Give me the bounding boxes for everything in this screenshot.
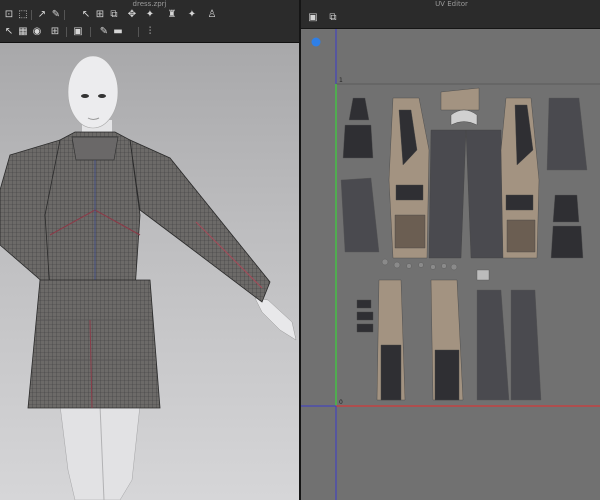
brush-icon[interactable]: ▬ xyxy=(112,26,124,38)
pin-icon[interactable]: ✥ xyxy=(126,9,138,21)
uv-label-one: 1 xyxy=(339,77,343,84)
texture-icon[interactable]: ▦ xyxy=(17,26,29,38)
transform-icon[interactable]: ⬚ xyxy=(17,9,29,21)
sphere-icon[interactable]: ◉ xyxy=(31,26,43,38)
select-icon[interactable]: ⊡ xyxy=(3,9,15,21)
toolbar-primary: ⊡ ⬚ ↗ ✎ ↖ ⊞ ⧉ ✥ ✦ ♜ ✦ ♙ xyxy=(0,8,299,23)
uv-piece-skirt-left xyxy=(356,279,406,401)
avatar-figure-icon[interactable]: ♙ xyxy=(206,9,218,21)
uv-piece-right-sleeve xyxy=(546,97,588,171)
uv-piece-front-center xyxy=(428,87,504,259)
uv-piece-left-panel xyxy=(340,177,380,253)
toolbar-separator xyxy=(31,10,32,20)
sewing-icon[interactable]: ✎ xyxy=(50,9,62,21)
arrange-icon[interactable]: ⧉ xyxy=(108,9,120,21)
split-icon[interactable]: ⫶ xyxy=(144,26,156,38)
figure-icon[interactable]: ♜ xyxy=(166,9,178,21)
camera-icon[interactable]: ▣ xyxy=(72,26,84,38)
uv-trim-buttons xyxy=(381,258,490,281)
3d-viewport[interactable] xyxy=(0,43,299,500)
edit-icon[interactable]: ✎ xyxy=(98,26,110,38)
toolbar-separator xyxy=(66,27,67,37)
uv-snapshot-icon[interactable]: ▣ xyxy=(307,12,319,24)
avatar-icon[interactable]: ↖ xyxy=(80,9,92,21)
toolbar-separator xyxy=(90,27,91,37)
uv-label-zero: 0 xyxy=(339,399,343,406)
grid-icon[interactable]: ⊞ xyxy=(49,26,61,38)
uv-piece-front-left xyxy=(388,97,430,259)
uv-piece-skirt-back xyxy=(476,289,542,401)
window-title: dress.zprj xyxy=(132,0,167,8)
uv-piece-skirt-center xyxy=(430,279,464,401)
uv-piece-sleeve-small xyxy=(342,97,374,159)
move-icon[interactable]: ↗ xyxy=(36,9,48,21)
uv-piece-front-right xyxy=(500,97,540,259)
fold-icon[interactable]: ⊞ xyxy=(94,9,106,21)
skeleton-icon[interactable]: ✦ xyxy=(144,9,156,21)
uv-editor-window: UV Editor ▣ ⧉ 1 0 xyxy=(301,0,600,500)
toolbar-secondary: ↖ ▦ ◉ ⊞ ▣ ✎ ▬ ⫶ xyxy=(0,22,299,43)
cursor-icon[interactable]: ↖ xyxy=(3,26,15,38)
garment-window: dress.zprj ⊡ ⬚ ↗ ✎ ↖ ⊞ ⧉ ✥ ✦ ♜ ✦ ♙ ↖ ▦ ◉… xyxy=(0,0,299,500)
avatar-pose-icon[interactable]: ✦ xyxy=(186,9,198,21)
toolbar-separator xyxy=(138,27,139,37)
uv-piece-collar-right xyxy=(550,194,584,259)
uv-camera-icon[interactable]: ⧉ xyxy=(327,12,339,24)
uv-layout: 1 0 xyxy=(301,29,600,500)
garment-window-titlebar: dress.zprj xyxy=(0,0,299,8)
avatar-with-garment xyxy=(0,55,297,500)
uv-status-indicator-icon xyxy=(311,37,321,47)
uv-canvas[interactable]: 1 0 xyxy=(301,29,600,500)
uv-editor-titlebar: UV Editor xyxy=(301,0,600,8)
uv-toolbar: ▣ ⧉ xyxy=(301,8,600,29)
uv-editor-title: UV Editor xyxy=(435,0,468,8)
toolbar-separator xyxy=(64,10,65,20)
